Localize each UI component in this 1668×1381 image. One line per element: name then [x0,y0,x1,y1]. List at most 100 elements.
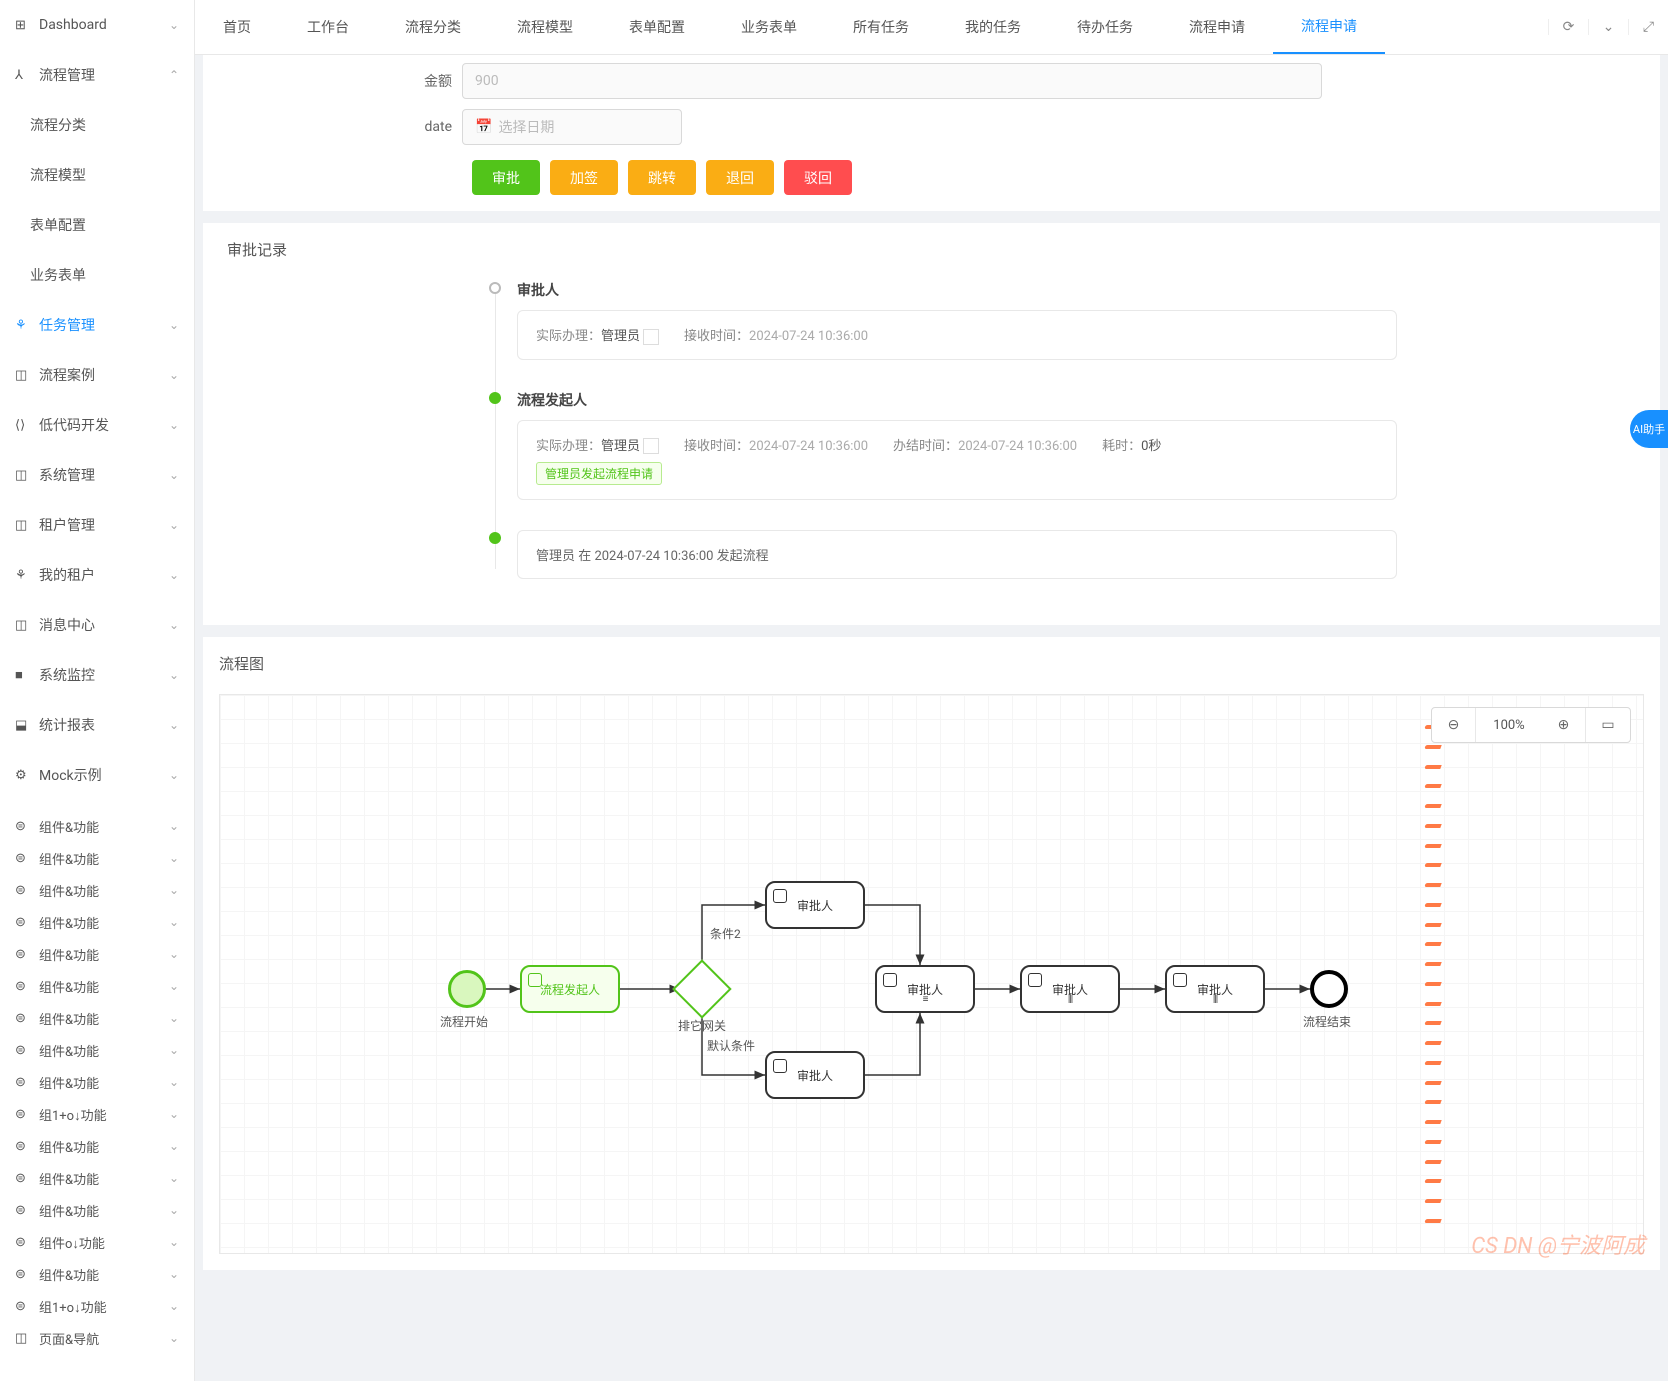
approver-node-top[interactable]: 审批人 [765,881,865,929]
tab-7[interactable]: 我的任务 [937,0,1049,54]
sidebar-extra-6[interactable]: ⊜组件&功能⌄ [0,1002,194,1034]
sidebar-extra-12[interactable]: ⊜组件&功能⌄ [0,1194,194,1226]
sidebar-item-15[interactable]: ⚙Mock示例⌄ [0,750,194,800]
zoom-in-icon[interactable]: ⊕ [1542,708,1586,742]
chevron-icon: ⌃ [169,68,179,82]
sidebar-label: 组1+o↓功能 [39,1297,169,1316]
menu-icon: ⊜ [15,1203,31,1218]
initiator-node[interactable]: 流程发起人 [520,965,620,1013]
menu-icon: ⚘ [15,568,31,583]
menu-icon: ⊜ [15,915,31,930]
sidebar-item-6[interactable]: ⚘任务管理⌄ [0,300,194,350]
sidebar-extra-9[interactable]: ⊜组1+o↓功能⌄ [0,1098,194,1130]
sidebar-extra-3[interactable]: ⊜组件&功能⌄ [0,906,194,938]
action-btn-4[interactable]: 驳回 [784,160,852,195]
sidebar-label: 流程分类 [30,115,179,135]
timeline-card: 实际办理：管理员接收时间：2024-07-24 10:36:00办结时间：202… [517,420,1397,501]
sidebar-label: 任务管理 [39,315,169,335]
tab-10[interactable]: 流程申请 [1273,0,1385,54]
approval-panel: 审批记录 审批人实际办理：管理员接收时间：2024-07-24 10:36:00… [203,223,1660,625]
action-btn-3[interactable]: 退回 [706,160,774,195]
fullscreen-icon[interactable]: ⤢ [1628,19,1668,35]
sidebar-extra-5[interactable]: ⊜组件&功能⌄ [0,970,194,1002]
sidebar-label: 统计报表 [39,715,169,735]
tab-2[interactable]: 流程分类 [377,0,489,54]
action-btn-0[interactable]: 审批 [472,160,540,195]
chevron-icon: ⌄ [169,1331,179,1345]
tab-1[interactable]: 工作台 [279,0,377,54]
sidebar-label: 组件&功能 [39,1041,169,1060]
approver-node-3[interactable]: 审批人||| [1020,965,1120,1013]
sidebar-extra-8[interactable]: ⊜组件&功能⌄ [0,1066,194,1098]
tab-3[interactable]: 流程模型 [489,0,601,54]
tab-4[interactable]: 表单配置 [601,0,713,54]
sidebar-extra-15[interactable]: ⊜组1+o↓功能⌄ [0,1290,194,1322]
sidebar-extra-2[interactable]: ⊜组件&功能⌄ [0,874,194,906]
sidebar-item-13[interactable]: ■系统监控⌄ [0,650,194,700]
zoom-control: ⊖ 100% ⊕ ▭ [1431,707,1631,743]
amount-label: 金额 [227,71,462,91]
ai-assistant-button[interactable]: AI助手 [1630,410,1668,448]
dropdown-icon[interactable]: ⌄ [1588,19,1628,35]
sidebar-item-2[interactable]: 流程分类 [0,100,194,150]
decoration-marks [1425,725,1443,1223]
menu-icon: ◫ [15,1331,31,1346]
tab-8[interactable]: 待办任务 [1049,0,1161,54]
approver-node-4[interactable]: 审批人||| [1165,965,1265,1013]
chevron-icon: ⌄ [169,368,179,382]
sidebar-extra-1[interactable]: ⊜组件&功能⌄ [0,842,194,874]
status-tag: 管理员发起流程申请 [536,462,662,485]
timeline-card: 管理员 在 2024-07-24 10:36:00 发起流程 [517,530,1397,579]
approver-node-2[interactable]: 审批人≡ [875,965,975,1013]
sidebar-item-11[interactable]: ⚘我的租户⌄ [0,550,194,600]
sidebar-extra-16[interactable]: ◫页面&导航⌄ [0,1322,194,1354]
sidebar-extra-0[interactable]: ⊜组件&功能⌄ [0,810,194,842]
reload-icon[interactable]: ⟳ [1548,19,1588,35]
gateway-node[interactable] [672,959,731,1018]
sidebar-extra-13[interactable]: ⊜组件o↓功能⌄ [0,1226,194,1258]
sidebar-item-12[interactable]: ◫消息中心⌄ [0,600,194,650]
amount-input[interactable]: 900 [462,63,1322,99]
chevron-icon: ⌄ [169,1139,179,1153]
chevron-icon: ⌄ [169,668,179,682]
approver-node-bottom[interactable]: 审批人 [765,1051,865,1099]
sidebar-extra-14[interactable]: ⊜组件&功能⌄ [0,1258,194,1290]
sidebar-item-1[interactable]: ⅄流程管理⌃ [0,50,194,100]
sidebar-item-7[interactable]: ◫流程案例⌄ [0,350,194,400]
date-input[interactable]: 📅 选择日期 [462,109,682,145]
chevron-icon: ⌄ [169,1171,179,1185]
sidebar-item-0[interactable]: ⊞Dashboard⌄ [0,0,194,50]
zoom-out-icon[interactable]: ⊖ [1432,708,1476,742]
sidebar-item-8[interactable]: ⟨⟩低代码开发⌄ [0,400,194,450]
sidebar-label: 流程管理 [39,65,169,85]
start-node[interactable] [448,970,486,1008]
tab-6[interactable]: 所有任务 [825,0,937,54]
sidebar-item-9[interactable]: ◫系统管理⌄ [0,450,194,500]
tab-5[interactable]: 业务表单 [713,0,825,54]
calendar-icon: 📅 [475,119,492,135]
action-btn-1[interactable]: 加签 [550,160,618,195]
sidebar-item-10[interactable]: ◫租户管理⌄ [0,500,194,550]
chevron-icon: ⌄ [169,1267,179,1281]
sidebar-item-5[interactable]: 业务表单 [0,250,194,300]
chevron-icon: ⌄ [169,418,179,432]
sidebar-extra-4[interactable]: ⊜组件&功能⌄ [0,938,194,970]
sidebar-extra-11[interactable]: ⊜组件&功能⌄ [0,1162,194,1194]
tab-0[interactable]: 首页 [195,0,279,54]
sidebar-item-3[interactable]: 流程模型 [0,150,194,200]
sidebar-label: 组件&功能 [39,881,169,900]
menu-icon: ⟨⟩ [15,418,31,433]
tab-9[interactable]: 流程申请 [1161,0,1273,54]
sidebar-extra-10[interactable]: ⊜组件&功能⌄ [0,1130,194,1162]
sidebar-item-14[interactable]: ⬓统计报表⌄ [0,700,194,750]
fit-icon[interactable]: ▭ [1586,708,1630,742]
bpmn-diagram[interactable]: ⊖ 100% ⊕ ▭ 流程开始 流程发起人 [219,694,1644,1254]
sidebar-item-4[interactable]: 表单配置 [0,200,194,250]
chevron-icon: ⌄ [169,915,179,929]
sidebar-extra-7[interactable]: ⊜组件&功能⌄ [0,1034,194,1066]
end-label: 流程结束 [1303,1013,1351,1030]
action-btn-2[interactable]: 跳转 [628,160,696,195]
end-node[interactable] [1310,970,1348,1008]
chevron-icon: ⌄ [169,1235,179,1249]
handler-avatar [643,438,659,454]
